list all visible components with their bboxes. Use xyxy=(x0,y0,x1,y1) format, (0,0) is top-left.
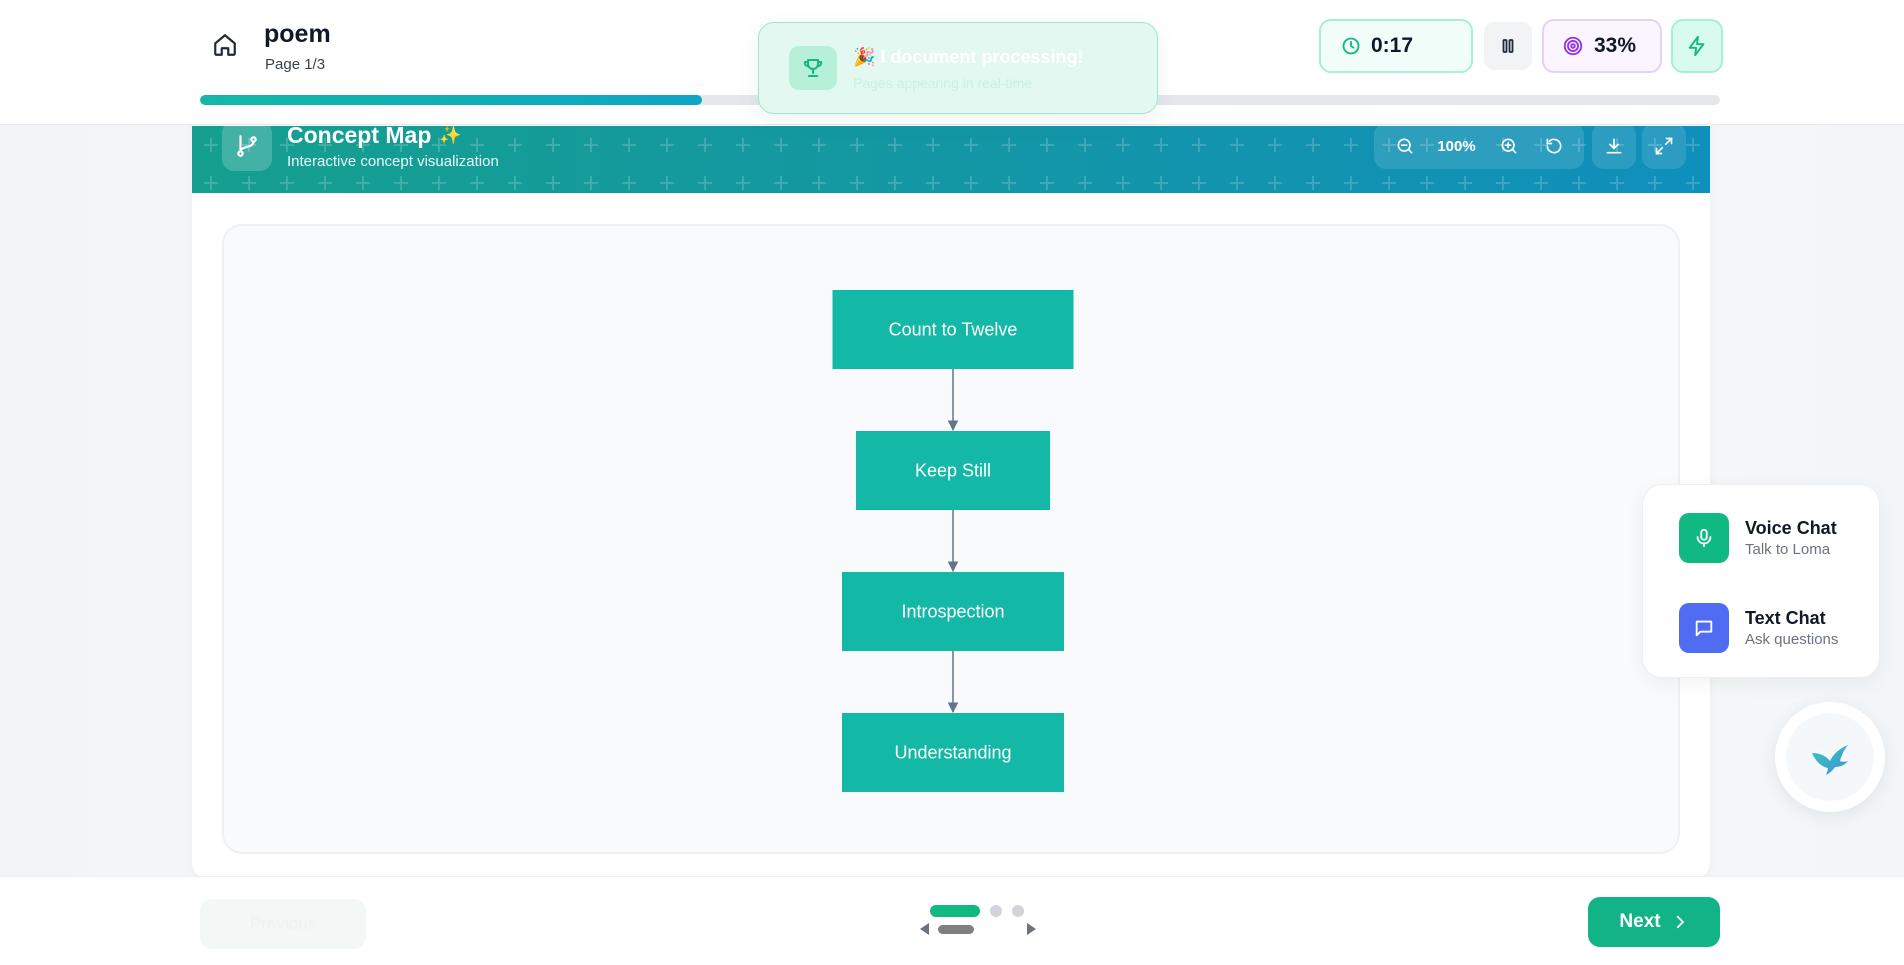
scroll-left-arrow xyxy=(920,923,929,935)
zoom-out-icon xyxy=(1397,138,1412,154)
bottom-navigation-bar: Previous Next xyxy=(0,876,1904,965)
voice-chat-option[interactable]: Voice Chat Talk to Loma xyxy=(1679,511,1869,565)
concept-node[interactable]: Understanding xyxy=(842,713,1064,792)
assistant-avatar xyxy=(1786,713,1874,801)
page-dot-1[interactable] xyxy=(930,905,980,917)
page-dots xyxy=(930,905,1024,917)
download-button[interactable] xyxy=(1592,126,1636,169)
pause-icon xyxy=(1502,39,1514,53)
assistant-button[interactable] xyxy=(1775,702,1885,812)
voice-chat-subtitle: Talk to Loma xyxy=(1745,541,1831,558)
page-dot-3[interactable] xyxy=(1012,905,1024,917)
text-chat-option[interactable]: Text Chat Ask questions xyxy=(1679,601,1869,655)
boost-button[interactable] xyxy=(1671,19,1723,73)
microphone-icon xyxy=(1696,528,1712,548)
scroll-thumb xyxy=(938,925,974,934)
download-icon xyxy=(1606,138,1622,154)
concept-map-header: Concept Map ✨ Interactive concept visual… xyxy=(192,126,1710,193)
focus-score-badge: 33% xyxy=(1542,19,1662,73)
zoom-level: 100% xyxy=(1437,137,1476,155)
zoom-out-button[interactable] xyxy=(1389,130,1421,162)
party-emoji: 🎉 xyxy=(853,47,876,67)
chat-options-panel: Voice Chat Talk to Loma Text Chat Ask qu… xyxy=(1642,484,1880,678)
trophy-icon xyxy=(803,59,823,77)
toast-title: 🎉 l document processing! xyxy=(853,47,1083,68)
home-button[interactable] xyxy=(208,28,242,62)
scroll-right-arrow xyxy=(1027,923,1036,935)
zoom-controls: 100% xyxy=(1374,126,1584,169)
next-button-label: Next xyxy=(1619,911,1661,932)
concept-node[interactable]: Keep Still xyxy=(856,431,1050,510)
timer-value: 0:17 xyxy=(1371,34,1414,57)
fullscreen-icon xyxy=(1655,137,1673,155)
target-icon xyxy=(1563,36,1583,56)
text-chat-subtitle: Ask questions xyxy=(1745,631,1839,648)
concept-node-label: Count to Twelve xyxy=(889,320,1018,340)
concept-map-canvas[interactable]: Count to Twelve Keep Still Introspection Un… xyxy=(222,224,1680,854)
reset-view-button[interactable] xyxy=(1538,130,1570,162)
map-icon-box xyxy=(222,126,272,171)
page-indicator: Page 1/3 xyxy=(265,56,326,73)
bird-icon xyxy=(1812,745,1848,775)
zoom-in-button[interactable] xyxy=(1493,130,1525,162)
toast-icon-box xyxy=(789,46,837,90)
document-title: poem xyxy=(264,20,331,48)
home-icon xyxy=(214,34,236,56)
page-dots-scrollbar[interactable] xyxy=(920,921,1036,937)
voice-chat-icon-box xyxy=(1679,513,1729,563)
toast-subtitle: Pages appearing in real-time xyxy=(853,75,1032,91)
sparkle-icon: ✨ xyxy=(439,126,462,145)
reset-icon xyxy=(1546,138,1561,154)
page-dot-2[interactable] xyxy=(990,905,1002,917)
pause-button[interactable] xyxy=(1484,22,1532,70)
text-chat-title: Text Chat xyxy=(1745,608,1826,628)
toast-title-text: l document processing! xyxy=(880,47,1084,67)
bolt-icon xyxy=(1688,35,1705,57)
text-chat-icon-box xyxy=(1679,603,1729,653)
previous-button[interactable]: Previous xyxy=(200,899,366,949)
concept-flowchart: Count to Twelve Keep Still Introspection Un… xyxy=(832,290,1074,792)
clock-icon xyxy=(1342,37,1360,55)
concept-node-label: Keep Still xyxy=(915,461,991,481)
git-branch-icon xyxy=(237,135,257,157)
message-icon xyxy=(1695,620,1713,637)
concept-node[interactable]: Introspection xyxy=(842,572,1064,651)
fullscreen-button[interactable] xyxy=(1642,126,1686,169)
zoom-in-icon xyxy=(1501,138,1516,154)
processing-toast: 🎉 l document processing! Pages appearing… xyxy=(758,22,1158,114)
focus-score-value: 33% xyxy=(1594,34,1637,57)
concept-node[interactable]: Count to Twelve xyxy=(832,290,1074,369)
chevron-right-icon xyxy=(1676,915,1684,929)
concept-map-title: Concept Map ✨ xyxy=(287,126,462,149)
session-timer: 0:17 xyxy=(1319,19,1473,73)
reading-progress-fill xyxy=(200,95,702,105)
next-button[interactable]: Next xyxy=(1588,897,1720,947)
concept-node-label: Understanding xyxy=(894,743,1011,763)
concept-map-subtitle: Interactive concept visualization xyxy=(287,153,499,170)
concept-node-label: Introspection xyxy=(901,602,1004,622)
concept-map-title-text: Concept Map xyxy=(287,126,432,148)
voice-chat-title: Voice Chat xyxy=(1745,518,1837,538)
